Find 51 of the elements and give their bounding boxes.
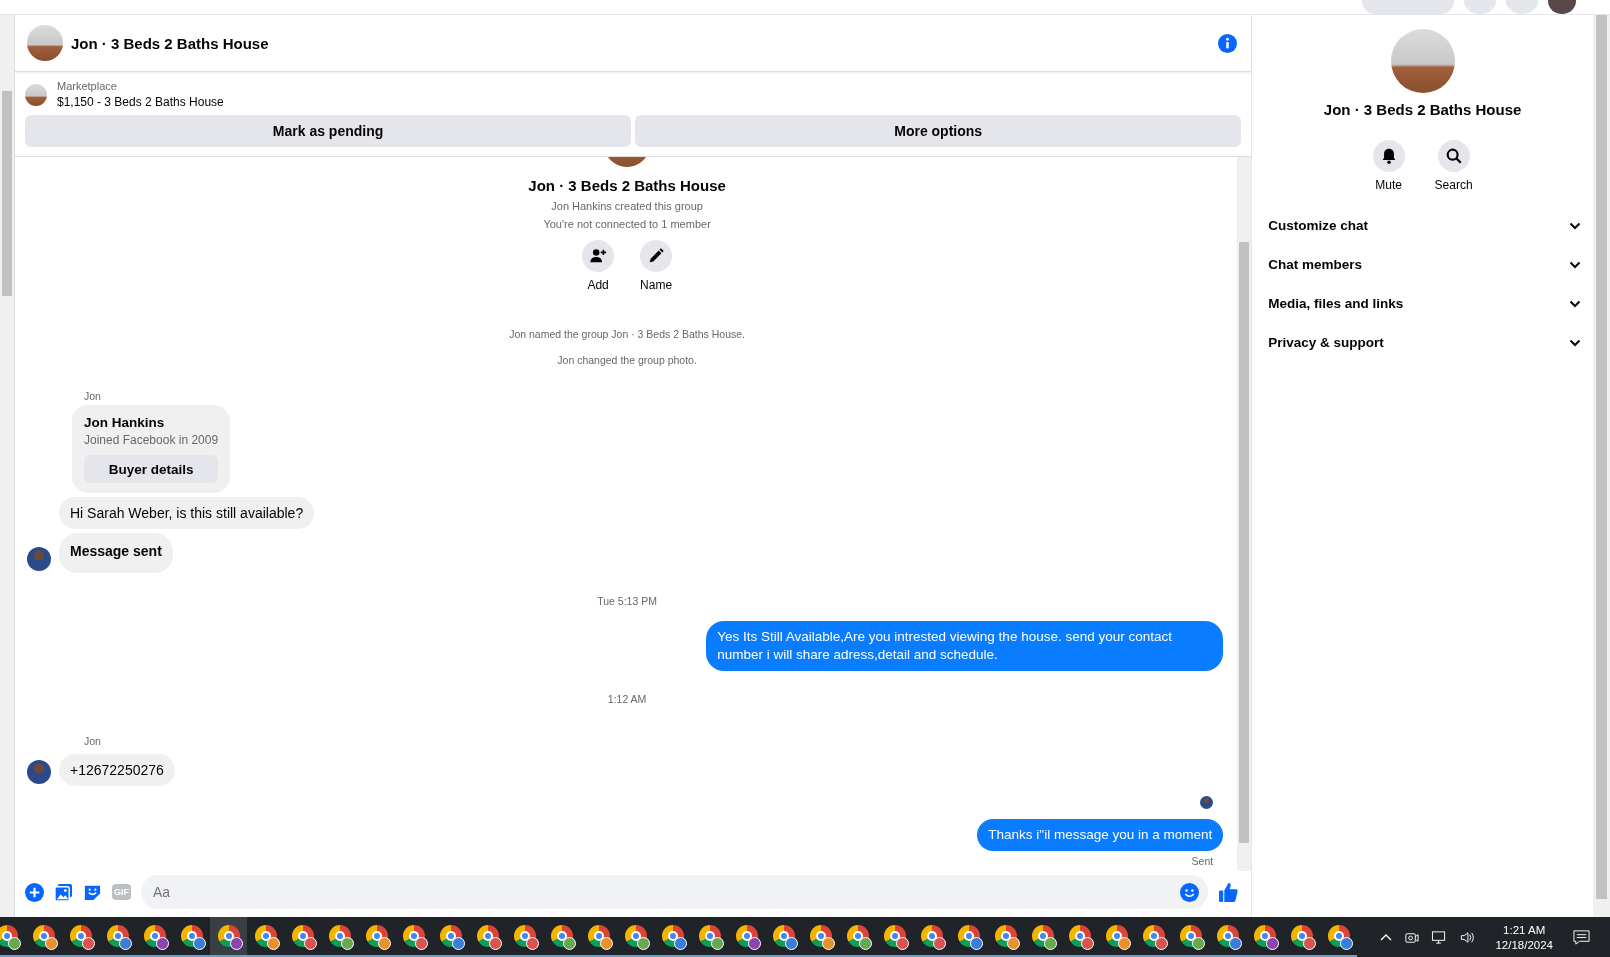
pencil-icon bbox=[647, 247, 666, 265]
delivery-status: Sent bbox=[1190, 855, 1215, 867]
plus-icon[interactable] bbox=[25, 882, 44, 902]
clock-date: 12/18/2024 bbox=[1495, 938, 1553, 951]
seen-avatar bbox=[1200, 796, 1214, 809]
message-input[interactable]: Aa bbox=[141, 875, 1209, 909]
buyer-name: Jon Hankins bbox=[84, 415, 166, 430]
sender-name: Jon bbox=[84, 735, 102, 747]
group-title: Jon · 3 Beds 2 Baths House bbox=[528, 177, 726, 194]
listing-source: Marketplace bbox=[57, 80, 118, 92]
avatar[interactable] bbox=[27, 760, 51, 784]
emoji-icon[interactable] bbox=[1180, 883, 1200, 902]
scrollbar[interactable] bbox=[1237, 157, 1252, 871]
sender-name: Jon bbox=[84, 390, 102, 402]
system-message: Jon named the group Jon · 3 Beds 2 Baths House. bbox=[508, 328, 746, 340]
thumbs-up-icon[interactable] bbox=[1218, 881, 1240, 903]
timestamp: 1:12 AM bbox=[606, 693, 648, 705]
message-bubble: Message sent bbox=[59, 533, 173, 573]
photo-placeholder bbox=[25, 83, 47, 106]
message-bubble: +12672250276 bbox=[59, 754, 175, 786]
photo-placeholder bbox=[27, 25, 63, 61]
chat-title: Jon · 3 Beds 2 Baths House bbox=[71, 34, 270, 52]
speaker-icon[interactable] bbox=[1459, 929, 1476, 945]
chevron-up-icon[interactable] bbox=[1380, 933, 1393, 941]
message-bubble: Yes Its Still Available,Are you intrested viewing the house. send your contact number i will share adress,detail and schedule. bbox=[706, 621, 1224, 671]
mark-pending-button[interactable]: Mark as pending bbox=[25, 115, 632, 147]
scrollbar[interactable] bbox=[0, 15, 15, 917]
notification-icon[interactable] bbox=[1573, 928, 1590, 946]
group-info-text: Jon Hankins created this group bbox=[551, 200, 703, 212]
section-header[interactable]: Privacy & support bbox=[1266, 323, 1581, 362]
buyer-joined-text: Joined Facebook in 2009 bbox=[84, 433, 219, 447]
scrollbar[interactable] bbox=[1593, 15, 1610, 917]
buyer-details-button[interactable]: Buyer details bbox=[84, 455, 219, 483]
browser-taskbar-button[interactable] bbox=[210, 917, 247, 957]
system-message: Jon changed the group photo. bbox=[556, 354, 698, 366]
message-bubble: Hi Sarah Weber, is this still available? bbox=[59, 497, 315, 529]
clock-time: 1:21 AM bbox=[1503, 923, 1546, 936]
search-icon bbox=[1444, 147, 1463, 165]
avatar[interactable] bbox=[27, 547, 51, 571]
group-info-text: You're not connected to 1 member bbox=[543, 218, 711, 230]
image-icon[interactable] bbox=[54, 882, 73, 902]
listing-title: $1,150 - 3 Beds 2 Baths House bbox=[57, 95, 224, 109]
chat-title: Jon · 3 Beds 2 Baths House bbox=[1323, 101, 1522, 118]
section-header[interactable]: Media, files and links bbox=[1266, 284, 1581, 323]
section-header[interactable]: Chat members bbox=[1266, 245, 1581, 284]
more-options-button[interactable]: More options bbox=[635, 115, 1242, 147]
info-icon[interactable] bbox=[1218, 33, 1238, 53]
section-header[interactable]: Customize chat bbox=[1266, 206, 1581, 245]
add-person-icon bbox=[589, 247, 608, 265]
message-bubble: Thanks i"il message you in a moment bbox=[977, 819, 1224, 851]
timestamp: Tue 5:13 PM bbox=[596, 595, 658, 607]
